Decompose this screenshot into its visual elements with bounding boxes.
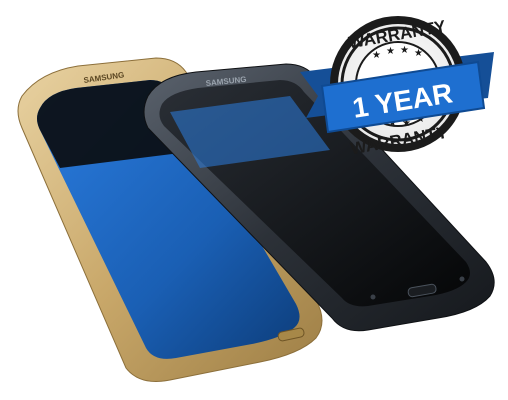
svg-text:★: ★ xyxy=(386,46,395,57)
svg-text:★: ★ xyxy=(400,45,409,56)
svg-text:★: ★ xyxy=(414,48,423,59)
svg-text:★: ★ xyxy=(372,50,381,61)
product-image: SAMSUNG SAMSUNG ★ ★ ★ ★ ★ ★ ★ WARRANTY 1… xyxy=(17,16,495,382)
